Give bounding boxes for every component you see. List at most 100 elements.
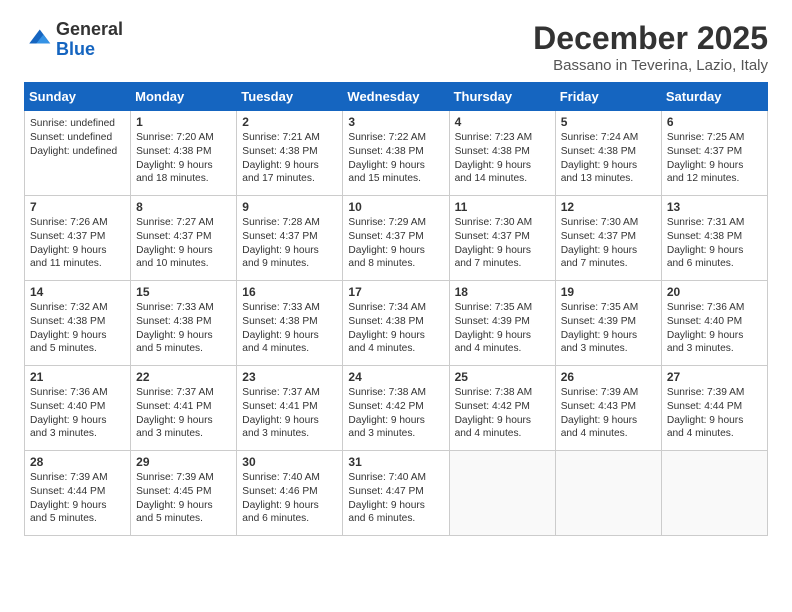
cell-content: Sunrise: 7:35 AMSunset: 4:39 PMDaylight:…: [561, 301, 656, 356]
page-header: General Blue December 2025 Bassano in Te…: [24, 20, 768, 74]
weekday-monday: Monday: [131, 83, 237, 111]
calendar-cell: 13 Sunrise: 7:31 AMSunset: 4:38 PMDayligh…: [661, 196, 767, 281]
cell-content: Sunrise: 7:39 AMSunset: 4:43 PMDaylight:…: [561, 386, 656, 441]
cell-content: Sunrise: 7:36 AMSunset: 4:40 PMDaylight:…: [667, 301, 762, 356]
weekday-friday: Friday: [555, 83, 661, 111]
cell-content: Sunrise: 7:21 AMSunset: 4:38 PMDaylight:…: [242, 131, 337, 186]
logo: General Blue: [24, 20, 123, 60]
calendar-cell: 22 Sunrise: 7:37 AMSunset: 4:41 PMDayligh…: [131, 366, 237, 451]
day-number: 22: [136, 370, 231, 384]
calendar-cell: 9 Sunrise: 7:28 AMSunset: 4:37 PMDaylight…: [237, 196, 343, 281]
calendar-cell: 29Sunrise: 7:39 AMSunset: 4:45 PMDayligh…: [131, 451, 237, 536]
day-number: 16: [242, 285, 337, 299]
calendar-cell: 21 Sunrise: 7:36 AMSunset: 4:40 PMDayligh…: [25, 366, 131, 451]
day-number: 1: [136, 115, 231, 129]
cell-content: Sunrise: 7:24 AMSunset: 4:38 PMDaylight:…: [561, 131, 656, 186]
cell-content: Sunrise: 7:39 AMSunset: 4:44 PMDaylight:…: [667, 386, 762, 441]
day-number: 28: [30, 455, 125, 469]
calendar-cell: 5Sunrise: 7:24 AMSunset: 4:38 PMDaylight…: [555, 111, 661, 196]
cell-content: Sunrise: 7:26 AMSunset: 4:37 PMDaylight:…: [30, 216, 125, 271]
cell-content: Sunrise: 7:35 AMSunset: 4:39 PMDaylight:…: [455, 301, 550, 356]
calendar-cell: 7 Sunrise: 7:26 AMSunset: 4:37 PMDaylight…: [25, 196, 131, 281]
week-row-1: Sunrise: undefinedSunset: undefinedDayli…: [25, 111, 768, 196]
calendar-cell: 28Sunrise: 7:39 AMSunset: 4:44 PMDayligh…: [25, 451, 131, 536]
cell-content: Sunrise: 7:30 AMSunset: 4:37 PMDaylight:…: [455, 216, 550, 271]
calendar-cell: 23 Sunrise: 7:37 AMSunset: 4:41 PMDayligh…: [237, 366, 343, 451]
calendar: SundayMondayTuesdayWednesdayThursdayFrid…: [24, 82, 768, 536]
day-number: 13: [667, 200, 762, 214]
calendar-cell: 15 Sunrise: 7:33 AMSunset: 4:38 PMDayligh…: [131, 281, 237, 366]
calendar-cell: 17Sunrise: 7:34 AMSunset: 4:38 PMDayligh…: [343, 281, 449, 366]
calendar-body: Sunrise: undefinedSunset: undefinedDayli…: [25, 111, 768, 536]
day-number: 21: [30, 370, 125, 384]
weekday-sunday: Sunday: [25, 83, 131, 111]
cell-content: Sunrise: 7:37 AMSunset: 4:41 PMDaylight:…: [242, 386, 337, 441]
calendar-cell: 19 Sunrise: 7:35 AMSunset: 4:39 PMDayligh…: [555, 281, 661, 366]
day-number: 2: [242, 115, 337, 129]
cell-content: Sunrise: undefinedSunset: undefinedDayli…: [30, 117, 125, 158]
day-number: 11: [455, 200, 550, 214]
day-number: 6: [667, 115, 762, 129]
calendar-cell: 12 Sunrise: 7:30 AMSunset: 4:37 PMDayligh…: [555, 196, 661, 281]
week-row-5: 28Sunrise: 7:39 AMSunset: 4:44 PMDayligh…: [25, 451, 768, 536]
weekday-wednesday: Wednesday: [343, 83, 449, 111]
cell-content: Sunrise: 7:31 AMSunset: 4:38 PMDaylight:…: [667, 216, 762, 271]
weekday-tuesday: Tuesday: [237, 83, 343, 111]
title-block: December 2025 Bassano in Teverina, Lazio…: [533, 20, 768, 74]
cell-content: Sunrise: 7:40 AMSunset: 4:46 PMDaylight:…: [242, 471, 337, 526]
day-number: 31: [348, 455, 443, 469]
logo-blue: Blue: [56, 39, 95, 59]
cell-content: Sunrise: 7:34 AMSunset: 4:38 PMDaylight:…: [348, 301, 443, 356]
cell-content: Sunrise: 7:38 AMSunset: 4:42 PMDaylight:…: [455, 386, 550, 441]
day-number: 7: [30, 200, 125, 214]
day-number: 27: [667, 370, 762, 384]
calendar-cell: 27 Sunrise: 7:39 AMSunset: 4:44 PMDayligh…: [661, 366, 767, 451]
cell-content: Sunrise: 7:25 AMSunset: 4:37 PMDaylight:…: [667, 131, 762, 186]
cell-content: Sunrise: 7:33 AMSunset: 4:38 PMDaylight:…: [136, 301, 231, 356]
calendar-cell: 30 Sunrise: 7:40 AMSunset: 4:46 PMDayligh…: [237, 451, 343, 536]
cell-content: Sunrise: 7:38 AMSunset: 4:42 PMDaylight:…: [348, 386, 443, 441]
day-number: 9: [242, 200, 337, 214]
logo-general: General: [56, 19, 123, 39]
logo-icon: [24, 26, 52, 54]
day-number: 24: [348, 370, 443, 384]
calendar-cell: 4 Sunrise: 7:23 AMSunset: 4:38 PMDaylight…: [449, 111, 555, 196]
calendar-cell: [555, 451, 661, 536]
cell-content: Sunrise: 7:23 AMSunset: 4:38 PMDaylight:…: [455, 131, 550, 186]
day-number: 4: [455, 115, 550, 129]
calendar-cell: Sunrise: undefinedSunset: undefinedDayli…: [25, 111, 131, 196]
week-row-3: 14Sunrise: 7:32 AMSunset: 4:38 PMDayligh…: [25, 281, 768, 366]
calendar-header: SundayMondayTuesdayWednesdayThursdayFrid…: [25, 83, 768, 111]
cell-content: Sunrise: 7:39 AMSunset: 4:45 PMDaylight:…: [136, 471, 231, 526]
calendar-cell: [449, 451, 555, 536]
calendar-cell: 26 Sunrise: 7:39 AMSunset: 4:43 PMDayligh…: [555, 366, 661, 451]
day-number: 23: [242, 370, 337, 384]
cell-content: Sunrise: 7:40 AMSunset: 4:47 PMDaylight:…: [348, 471, 443, 526]
day-number: 19: [561, 285, 656, 299]
logo-text: General Blue: [56, 20, 123, 60]
calendar-cell: 31 Sunrise: 7:40 AMSunset: 4:47 PMDayligh…: [343, 451, 449, 536]
cell-content: Sunrise: 7:37 AMSunset: 4:41 PMDaylight:…: [136, 386, 231, 441]
calendar-cell: 6 Sunrise: 7:25 AMSunset: 4:37 PMDaylight…: [661, 111, 767, 196]
week-row-2: 7 Sunrise: 7:26 AMSunset: 4:37 PMDaylight…: [25, 196, 768, 281]
calendar-cell: 2 Sunrise: 7:21 AMSunset: 4:38 PMDaylight…: [237, 111, 343, 196]
cell-content: Sunrise: 7:30 AMSunset: 4:37 PMDaylight:…: [561, 216, 656, 271]
day-number: 26: [561, 370, 656, 384]
cell-content: Sunrise: 7:20 AMSunset: 4:38 PMDaylight:…: [136, 131, 231, 186]
calendar-cell: [661, 451, 767, 536]
calendar-cell: 18Sunrise: 7:35 AMSunset: 4:39 PMDayligh…: [449, 281, 555, 366]
calendar-cell: 3 Sunrise: 7:22 AMSunset: 4:38 PMDaylight…: [343, 111, 449, 196]
calendar-cell: 8Sunrise: 7:27 AMSunset: 4:37 PMDaylight…: [131, 196, 237, 281]
cell-content: Sunrise: 7:22 AMSunset: 4:38 PMDaylight:…: [348, 131, 443, 186]
day-number: 12: [561, 200, 656, 214]
calendar-cell: 16 Sunrise: 7:33 AMSunset: 4:38 PMDayligh…: [237, 281, 343, 366]
day-number: 3: [348, 115, 443, 129]
cell-content: Sunrise: 7:36 AMSunset: 4:40 PMDaylight:…: [30, 386, 125, 441]
cell-content: Sunrise: 7:28 AMSunset: 4:37 PMDaylight:…: [242, 216, 337, 271]
cell-content: Sunrise: 7:33 AMSunset: 4:38 PMDaylight:…: [242, 301, 337, 356]
day-number: 30: [242, 455, 337, 469]
cell-content: Sunrise: 7:27 AMSunset: 4:37 PMDaylight:…: [136, 216, 231, 271]
day-number: 14: [30, 285, 125, 299]
weekday-row: SundayMondayTuesdayWednesdayThursdayFrid…: [25, 83, 768, 111]
day-number: 15: [136, 285, 231, 299]
